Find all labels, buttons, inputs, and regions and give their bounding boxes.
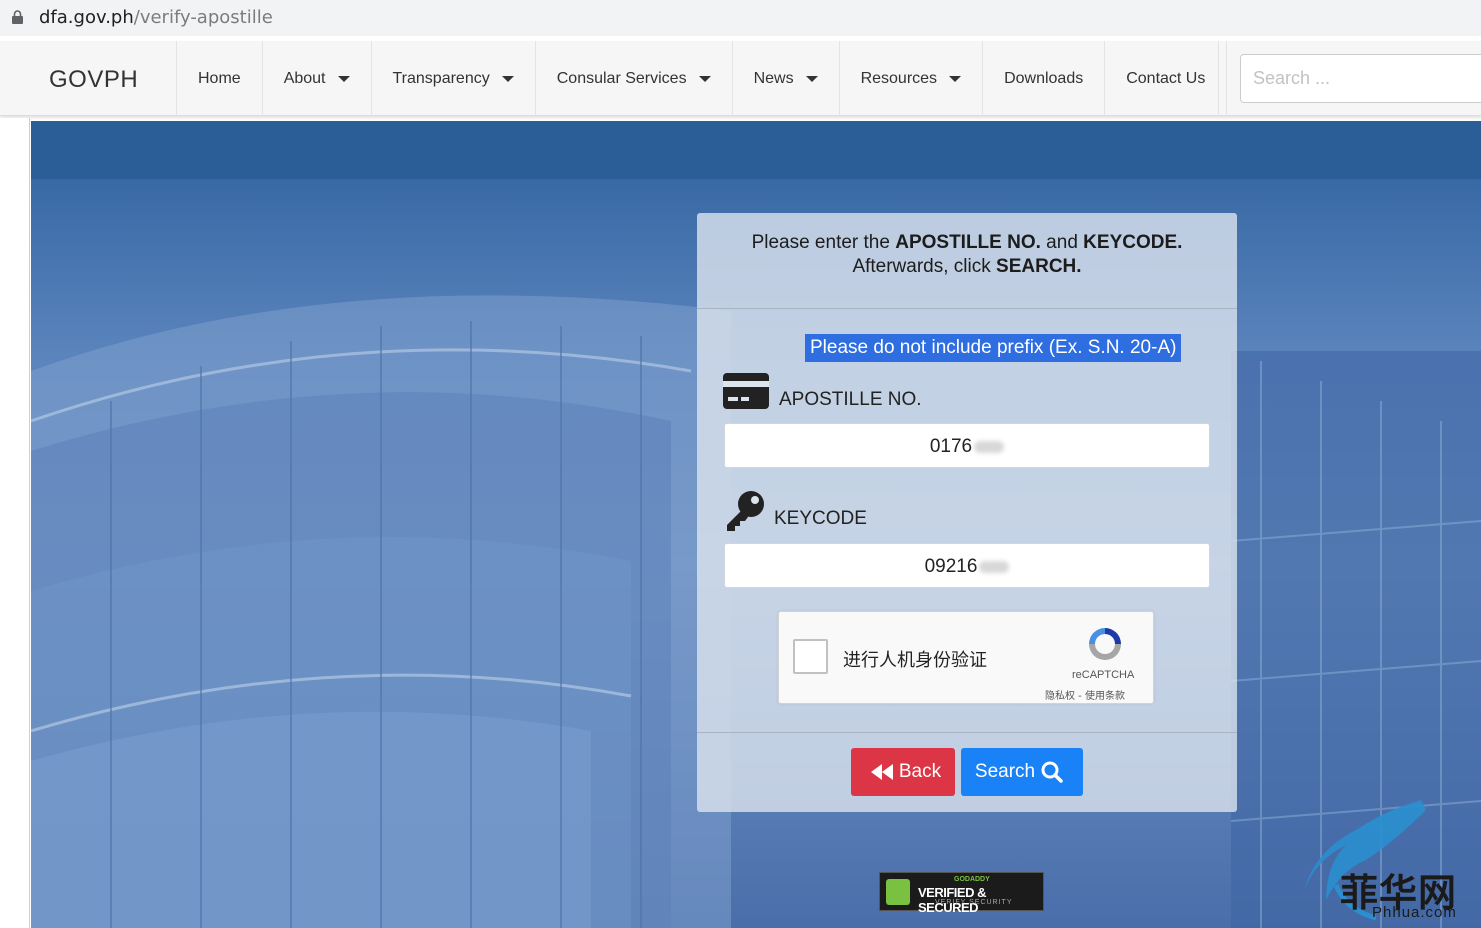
recaptcha-links[interactable]: 隐私权 - 使用条款 [1045,687,1125,702]
url-text[interactable]: dfa.gov.ph/verify-apostille [39,7,273,28]
brand-logo[interactable]: GOVPH [49,66,138,94]
lock-icon [12,10,23,24]
redacted-mask [979,560,1010,573]
nav-item-label: Consular Services [556,69,687,87]
nav-item-label: About [283,69,326,87]
caret-down-icon [805,75,818,82]
caret-down-icon [949,75,962,82]
apostille-label: APOSTILLE NO. [779,389,922,410]
recaptcha-label: 进行人机身份验证 [843,650,987,671]
instruction-keycode: KEYCODE. [1083,232,1183,253]
address-bar[interactable]: dfa.gov.ph/verify-apostille [0,0,1481,36]
nav-item-about[interactable]: About [261,41,371,116]
url-domain: dfa.gov.ph [39,7,134,28]
nav-divider [1218,41,1219,116]
keycode-label: KEYCODE [774,508,867,529]
apostille-number-input[interactable]: 0176 [724,423,1210,468]
recaptcha-widget: 进行人机身份验证 reCAPTCHA 隐私权 - 使用条款 [778,611,1154,704]
instruction-text: Please enter the [751,232,896,253]
instruction-apostille: APOSTILLE NO. [895,232,1041,253]
godaddy-security-badge[interactable]: GODADDY VERIFIED & SECURED VERIFY SECURI… [879,872,1044,915]
caret-down-icon [501,75,514,82]
instruction-text: and [1040,232,1084,253]
credit-card-icon [723,373,769,409]
caret-down-icon [337,75,350,82]
nav-menu: Home About Transparency Consular Service… [176,41,1228,116]
verify-form-card: Please enter the APOSTILLE NO. and KEYCO… [697,213,1237,812]
search-icon [1041,761,1063,783]
form-instructions: Please enter the APOSTILLE NO. and KEYCO… [697,213,1237,309]
nav-item-home[interactable]: Home [176,41,262,116]
instruction-search: SEARCH. [996,256,1082,277]
nav-item-contact-us[interactable]: Contact Us [1104,41,1228,116]
nav-item-consular-services[interactable]: Consular Services [534,41,732,116]
nav-item-transparency[interactable]: Transparency [370,41,535,116]
prefix-hint: Please do not include prefix (Ex. S.N. 2… [805,334,1182,362]
keycode-value: 09216 [924,556,978,577]
caret-down-icon [698,75,711,82]
shield-icon [886,879,910,905]
badge-line3: VERIFY SECURITY [935,899,1013,906]
nav-item-label: Contact Us [1126,69,1206,87]
search-button[interactable]: Search [961,748,1083,796]
nav-item-resources[interactable]: Resources [838,41,982,116]
search-button-label: Search [974,761,1036,782]
nav-item-label: Transparency [392,69,490,87]
recaptcha-logo-icon [1089,628,1121,660]
backward-icon [870,764,893,780]
site-search-input[interactable] [1240,54,1481,103]
left-margin [0,118,30,928]
back-button[interactable]: Back [851,748,955,796]
instruction-text: Afterwards, click [852,256,997,277]
keycode-input[interactable]: 09216 [724,543,1210,588]
form-footer-divider [697,732,1237,733]
url-path: /verify-apostille [133,7,273,28]
nav-item-label: Resources [860,69,938,87]
nav-item-label: Downloads [1004,69,1084,87]
key-icon [727,491,764,531]
badge-line1: GODADDY [954,876,990,883]
apostille-value: 0176 [929,436,973,457]
back-button-label: Back [898,761,942,782]
recaptcha-brand: reCAPTCHA [1072,669,1135,681]
site-navbar: GOVPH Home About Transparency Consular S… [0,41,1481,116]
nav-item-label: News [753,69,794,87]
redacted-mask [974,440,1005,453]
nav-item-label: Home [198,69,241,87]
watermark-url: Phhua.com [1372,904,1457,921]
nav-item-news[interactable]: News [731,41,839,116]
recaptcha-checkbox[interactable] [793,639,828,674]
nav-item-downloads[interactable]: Downloads [982,41,1104,116]
